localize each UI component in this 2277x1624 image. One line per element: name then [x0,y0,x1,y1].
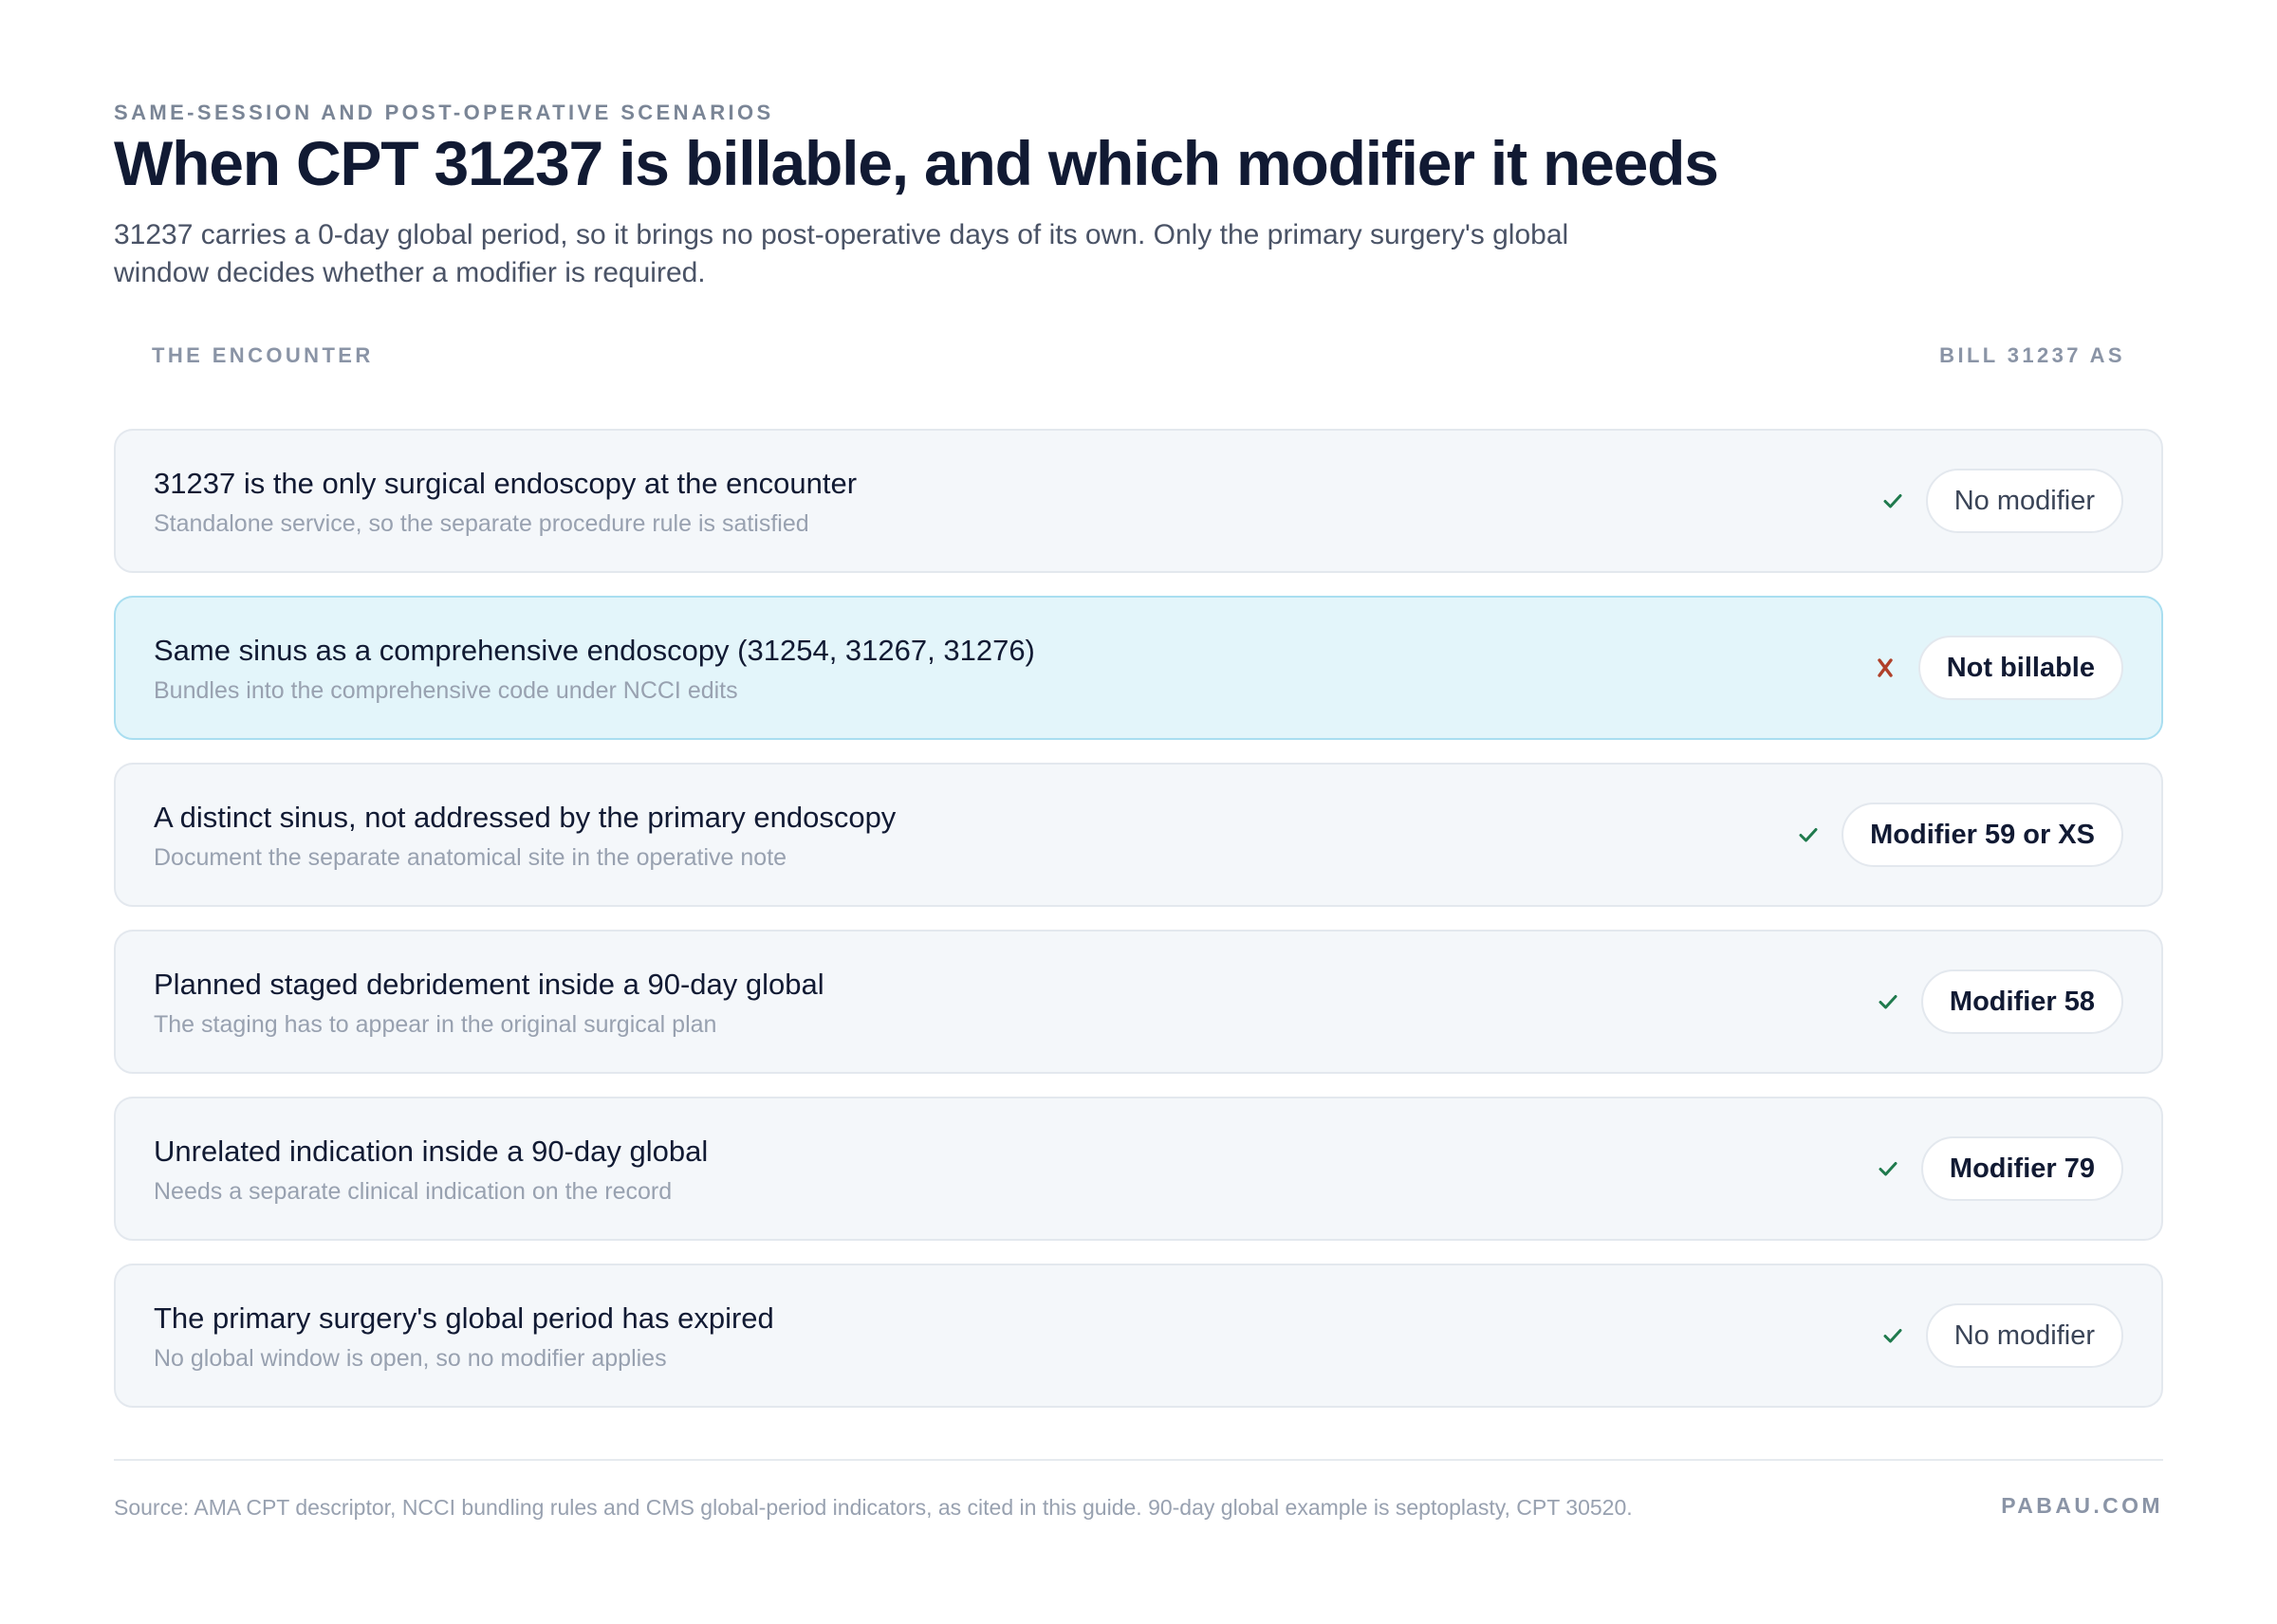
scenario-title: The primary surgery's global period has … [154,1301,774,1335]
result-pill: No modifier [1925,1303,2123,1368]
check-icon [1880,489,1905,513]
column-header-encounter: THE ENCOUNTER [152,343,374,367]
scenario-subtitle: The staging has to appear in the origina… [154,1011,717,1038]
scenario-subtitle: No global window is open, so no modifier… [154,1345,667,1372]
scenario-subtitle: Document the separate anatomical site in… [154,844,787,871]
check-icon [1880,1323,1905,1348]
result-pill: Modifier 58 [1920,969,2123,1034]
scenario-title: Same sinus as a comprehensive endoscopy … [154,634,1035,667]
scenario-row: 31237 is the only surgical endoscopy at … [114,429,2163,573]
scenario-subtitle: Needs a separate clinical indication on … [154,1178,673,1205]
scenario-row: Planned staged debridement inside a 90-d… [114,930,2163,1074]
check-icon [1876,989,1900,1014]
scenario-subtitle: Bundles into the comprehensive code unde… [154,677,738,704]
scenario-title: A distinct sinus, not addressed by the p… [154,801,897,834]
cross-icon [1873,655,1898,680]
scenario-subtitle: Standalone service, so the separate proc… [154,510,809,537]
scenario-title: Planned staged debridement inside a 90-d… [154,968,824,1001]
brand-label: PABAU.COM [2001,1493,2163,1518]
page: SAME-SESSION AND POST-OPERATIVE SCENARIO… [114,0,2163,1624]
footer-divider [114,1459,2163,1461]
page-title: When CPT 31237 is billable, and which mo… [114,128,1719,198]
check-icon [1796,822,1821,847]
scenario-list: 31237 is the only surgical endoscopy at … [114,429,2163,1430]
result-pill: Modifier 59 or XS [1842,803,2123,867]
intro-paragraph: 31237 carries a 0-day global period, so … [114,219,1569,288]
scenario-row: The primary surgery's global period has … [114,1264,2163,1408]
result-pill: Modifier 79 [1920,1136,2123,1201]
scenario-row: Unrelated indication inside a 90-day glo… [114,1097,2163,1241]
result-pill: No modifier [1925,469,2123,533]
scenario-row: Same sinus as a comprehensive endoscopy … [114,596,2163,740]
scenario-title: 31237 is the only surgical endoscopy at … [154,467,858,500]
scenario-title: Unrelated indication inside a 90-day glo… [154,1135,709,1168]
result-pill: Not billable [1917,636,2123,700]
column-header-bill-as: BILL 31237 AS [1939,343,2125,367]
eyebrow: SAME-SESSION AND POST-OPERATIVE SCENARIO… [114,101,774,124]
check-icon [1876,1156,1900,1181]
scenario-row: A distinct sinus, not addressed by the p… [114,763,2163,907]
source-note: Source: AMA CPT descriptor, NCCI bundlin… [114,1495,1633,1520]
